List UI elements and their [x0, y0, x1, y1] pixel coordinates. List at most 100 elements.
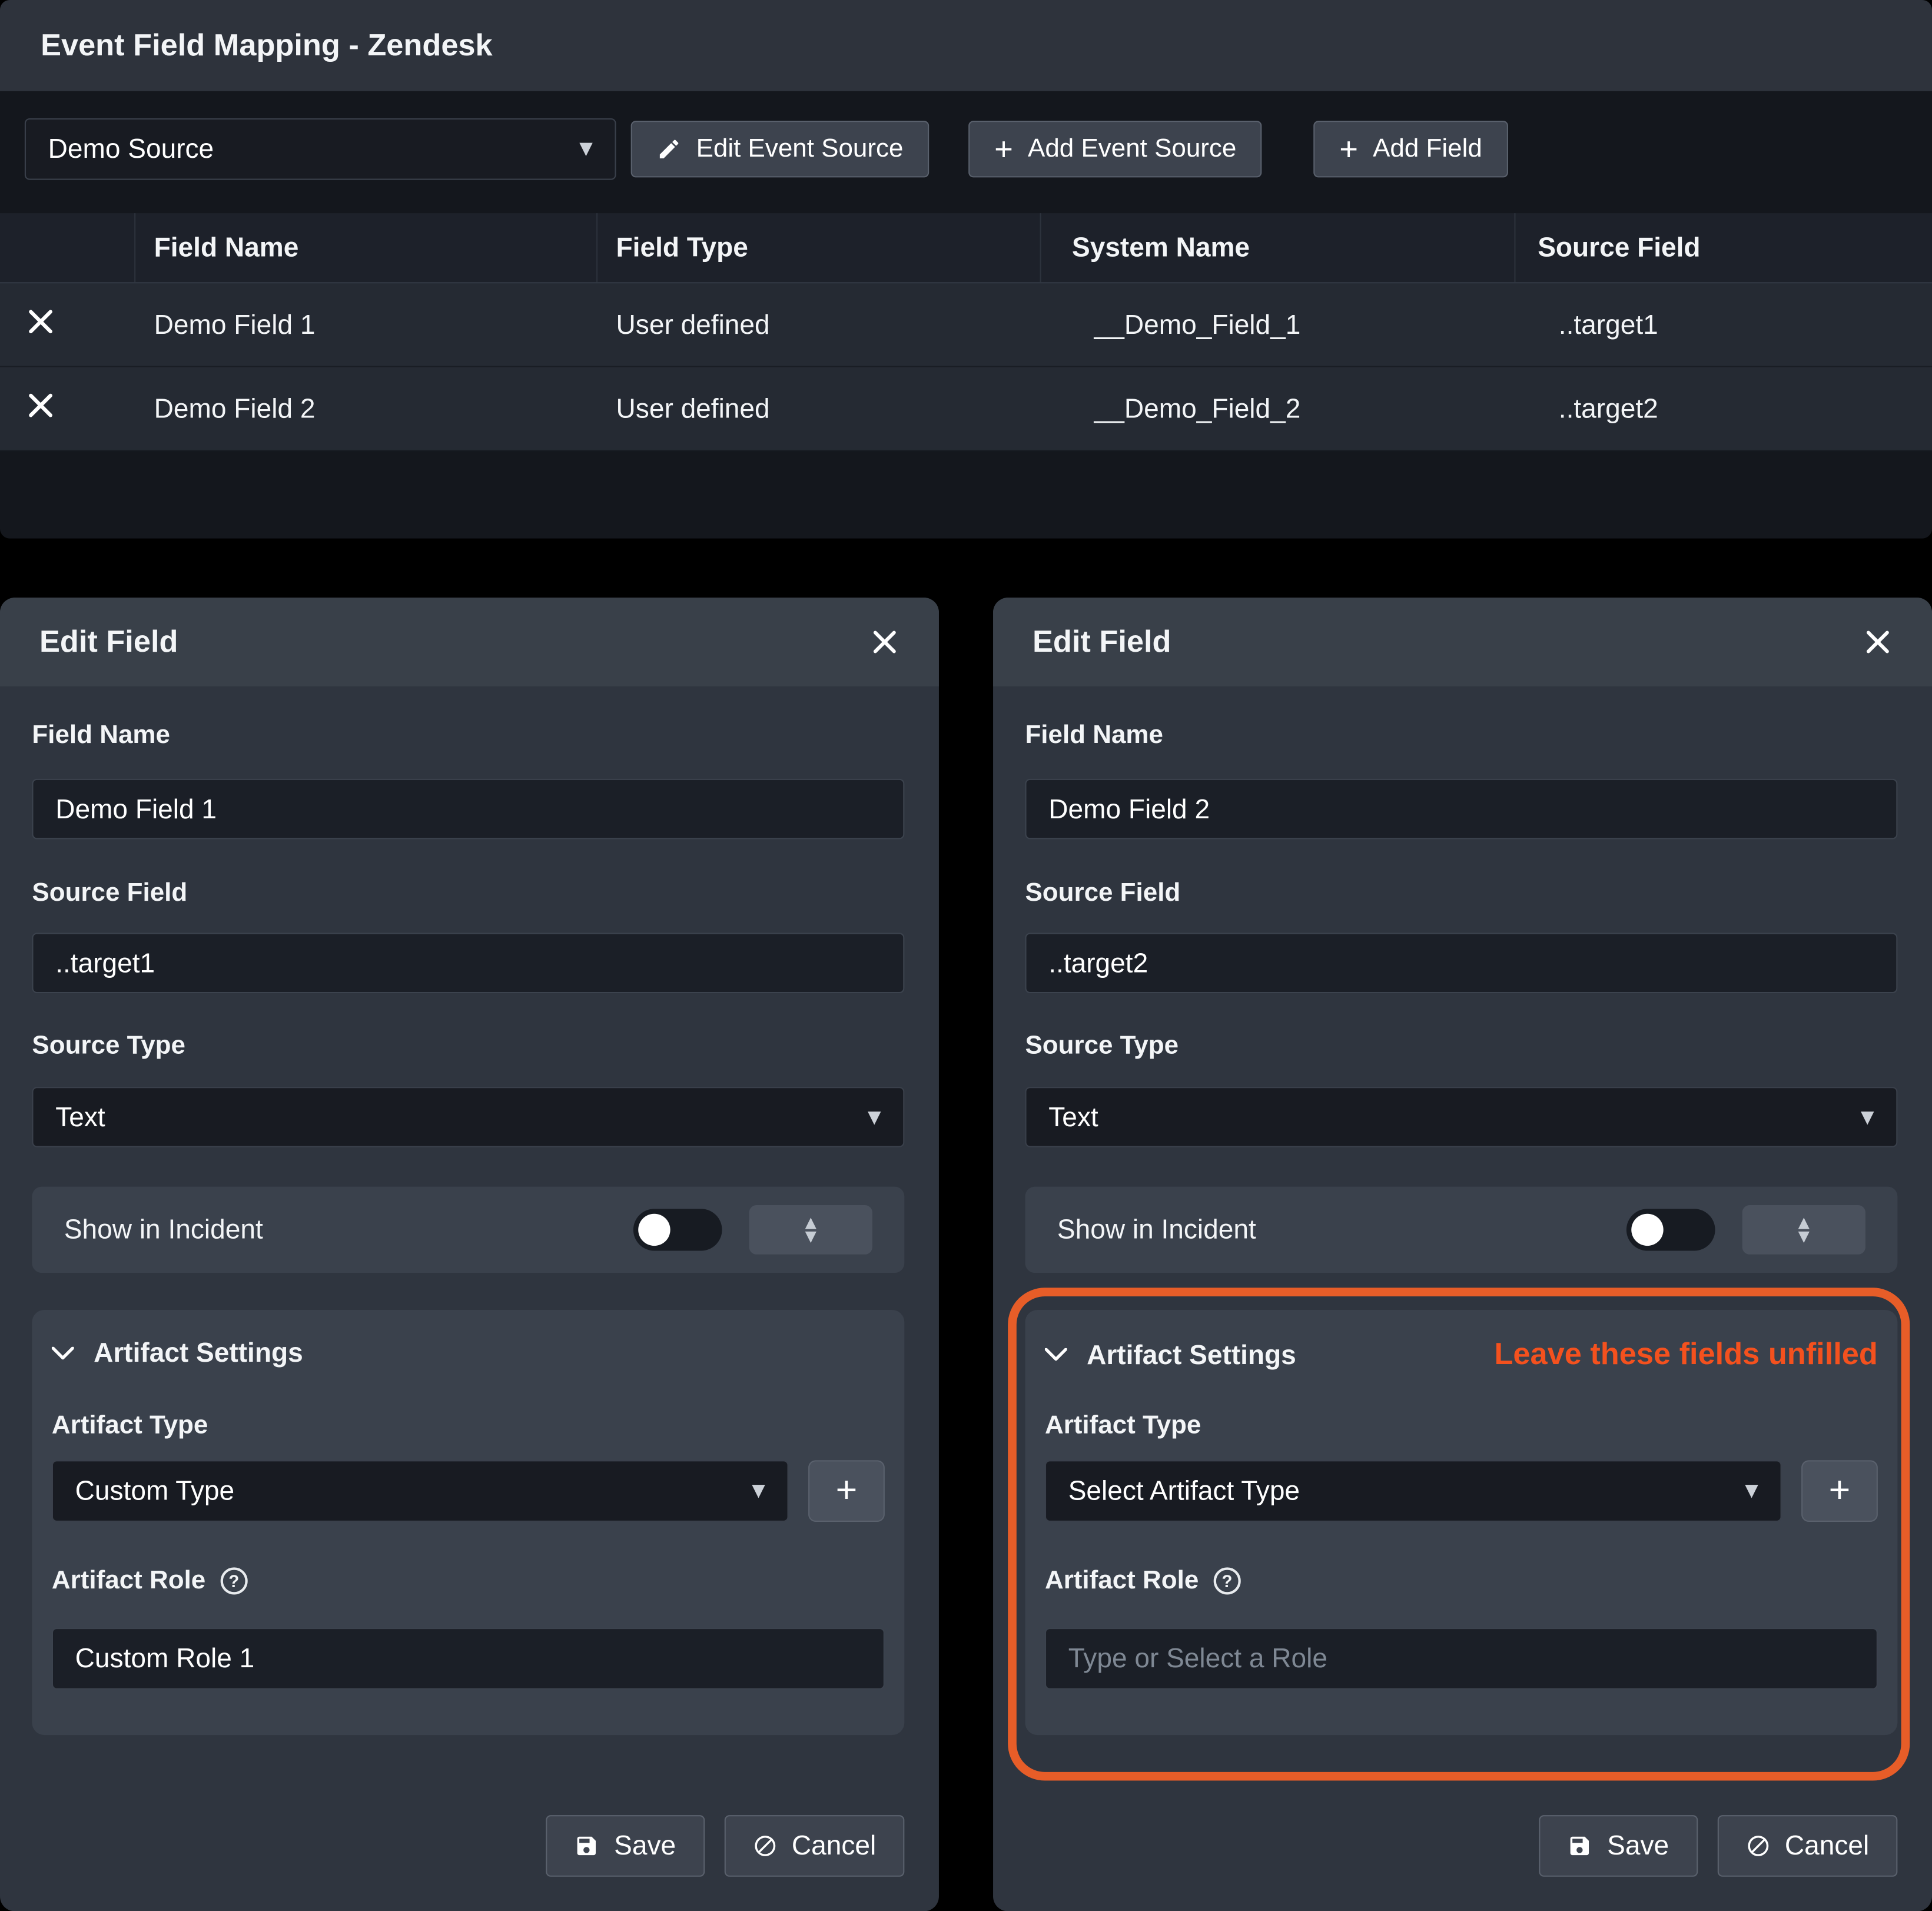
stepper-arrows-icon: ▲▼ — [1798, 1216, 1810, 1243]
cancel-button[interactable]: Cancel — [724, 1815, 905, 1877]
source-type-value: Text — [1048, 1101, 1098, 1133]
artifact-type-label: Artifact Type — [1045, 1411, 1201, 1441]
add-artifact-type-button[interactable]: + — [808, 1460, 885, 1522]
chevron-down-icon: ▼ — [579, 140, 593, 159]
artifact-type-select[interactable]: Select Artifact Type ▼ — [1045, 1460, 1782, 1522]
field-mapping-table: Field Name Field Type System Name Source… — [0, 213, 1932, 451]
cancel-icon — [752, 1834, 777, 1859]
artifact-role-label: Artifact Role ? — [1045, 1566, 1241, 1595]
dialog-title: Edit Field — [1033, 624, 1171, 660]
column-header-field-name: Field Name — [135, 213, 597, 282]
help-icon[interactable]: ? — [1213, 1567, 1240, 1594]
field-name-input[interactable] — [1025, 779, 1897, 840]
table-row: Demo Field 2 User defined __Demo_Field_2… — [0, 367, 1932, 451]
artifact-role-label-text: Artifact Role — [1045, 1566, 1199, 1595]
source-field-input[interactable] — [1025, 933, 1897, 993]
show-in-incident-row: Show in Incident ▲▼ — [1025, 1187, 1897, 1273]
chevron-down-icon — [1045, 1348, 1067, 1362]
dialog-actions: Save Cancel — [1539, 1815, 1897, 1877]
source-type-select[interactable]: Text ▼ — [1025, 1087, 1897, 1147]
cell-source-field: ..target1 — [1516, 308, 1932, 340]
cancel-button[interactable]: Cancel — [1717, 1815, 1898, 1877]
source-field-label: Source Field — [1025, 878, 1180, 908]
table-row: Demo Field 1 User defined __Demo_Field_1… — [0, 283, 1932, 367]
cancel-label: Cancel — [792, 1830, 876, 1862]
artifact-role-input[interactable] — [52, 1628, 885, 1690]
artifact-settings-label: Artifact Settings — [94, 1337, 303, 1369]
source-type-select[interactable]: Text ▼ — [32, 1087, 904, 1147]
edit-field-dialog-right: Edit Field Field Name Source Field Sourc… — [993, 598, 1932, 1911]
cell-field-name: Demo Field 2 — [135, 393, 597, 424]
window-titlebar: Event Field Mapping - Zendesk — [0, 0, 1932, 91]
source-type-label: Source Type — [1025, 1031, 1179, 1061]
artifact-type-value: Select Artifact Type — [1068, 1475, 1300, 1507]
delete-field-button[interactable] — [27, 307, 54, 334]
cell-field-type: User defined — [597, 393, 1041, 424]
cell-system-name: __Demo_Field_2 — [1041, 393, 1516, 424]
incident-order-stepper[interactable]: ▲▼ — [1742, 1205, 1865, 1255]
save-icon — [1568, 1834, 1592, 1859]
close-icon[interactable] — [1863, 627, 1893, 656]
field-name-label: Field Name — [1025, 721, 1163, 750]
source-field-label: Source Field — [32, 878, 187, 908]
cell-system-name: __Demo_Field_1 — [1041, 308, 1516, 340]
cell-field-name: Demo Field 1 — [135, 308, 597, 340]
event-source-select-value: Demo Source — [48, 133, 214, 165]
chevron-down-icon — [52, 1346, 74, 1360]
show-in-incident-toggle[interactable] — [1626, 1209, 1715, 1250]
event-source-select[interactable]: Demo Source ▼ — [25, 118, 616, 180]
stepper-arrows-icon: ▲▼ — [805, 1216, 816, 1243]
cell-source-field: ..target2 — [1516, 393, 1932, 424]
event-field-mapping-window: Event Field Mapping - Zendesk Demo Sourc… — [0, 0, 1932, 539]
artifact-type-select[interactable]: Custom Type ▼ — [52, 1460, 789, 1522]
chevron-down-icon: ▼ — [752, 1481, 765, 1501]
artifact-role-input[interactable] — [1045, 1628, 1878, 1690]
incident-order-stepper[interactable]: ▲▼ — [749, 1205, 872, 1255]
add-event-source-button[interactable]: + Add Event Source — [968, 121, 1262, 177]
cancel-label: Cancel — [1785, 1830, 1869, 1862]
dialog-header: Edit Field — [993, 598, 1932, 686]
field-name-input[interactable] — [32, 779, 904, 840]
cell-field-type: User defined — [597, 308, 1041, 340]
source-type-value: Text — [55, 1101, 105, 1133]
chevron-down-icon: ▼ — [868, 1107, 881, 1127]
add-artifact-type-button[interactable]: + — [1801, 1460, 1878, 1522]
save-button[interactable]: Save — [1539, 1815, 1697, 1877]
close-icon[interactable] — [870, 627, 899, 656]
add-event-source-label: Add Event Source — [1028, 134, 1236, 164]
edit-event-source-button[interactable]: Edit Event Source — [631, 121, 930, 177]
chevron-down-icon: ▼ — [1861, 1107, 1874, 1127]
annotation-text: Leave these fields unfilled — [1494, 1337, 1877, 1373]
save-button[interactable]: Save — [546, 1815, 704, 1877]
source-type-label: Source Type — [32, 1031, 185, 1061]
edit-event-source-label: Edit Event Source — [696, 134, 904, 164]
show-in-incident-label: Show in Incident — [64, 1214, 633, 1246]
toggle-knob — [1631, 1214, 1663, 1246]
add-field-button[interactable]: + Add Field — [1313, 121, 1508, 177]
help-icon[interactable]: ? — [220, 1567, 247, 1594]
artifact-type-label: Artifact Type — [52, 1411, 208, 1441]
source-field-input[interactable] — [32, 933, 904, 993]
artifact-settings-panel: Artifact Settings Artifact Type Custom T… — [32, 1310, 904, 1735]
artifact-type-value: Custom Type — [75, 1475, 234, 1507]
show-in-incident-label: Show in Incident — [1057, 1214, 1626, 1246]
artifact-role-label-text: Artifact Role — [52, 1566, 205, 1595]
show-in-incident-toggle[interactable] — [633, 1209, 722, 1250]
column-header-delete — [0, 213, 135, 282]
artifact-settings-header[interactable]: Artifact Settings Leave these fields unf… — [1045, 1337, 1878, 1373]
screen: Event Field Mapping - Zendesk Demo Sourc… — [0, 0, 1932, 1911]
window-title: Event Field Mapping - Zendesk — [41, 28, 493, 64]
column-header-source-field: Source Field — [1516, 213, 1932, 282]
dialog-actions: Save Cancel — [546, 1815, 904, 1877]
table-header-row: Field Name Field Type System Name Source… — [0, 213, 1932, 283]
delete-field-button[interactable] — [27, 392, 54, 419]
pencil-icon — [657, 137, 682, 161]
column-header-field-type: Field Type — [597, 213, 1041, 282]
cancel-icon — [1745, 1834, 1770, 1859]
edit-field-dialog-left: Edit Field Field Name Source Field Sourc… — [0, 598, 939, 1911]
save-icon — [575, 1834, 599, 1859]
plus-icon: + — [1339, 133, 1358, 165]
plus-icon: + — [994, 133, 1013, 165]
save-label: Save — [614, 1830, 676, 1862]
artifact-settings-header[interactable]: Artifact Settings — [52, 1337, 885, 1369]
